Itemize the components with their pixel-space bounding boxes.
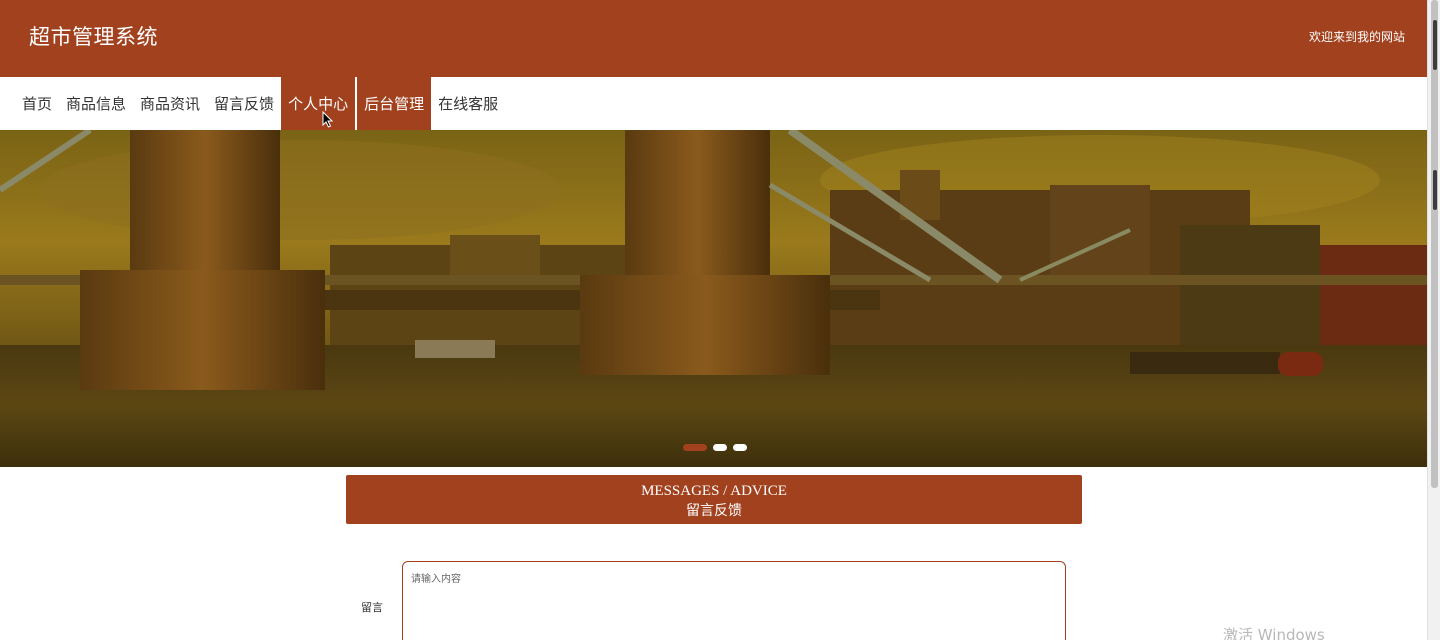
carousel-dot-3[interactable]: [733, 444, 747, 451]
windows-activation-watermark: 激活 Windows: [1223, 626, 1325, 640]
nav-feedback[interactable]: 留言反馈: [207, 77, 281, 130]
welcome-text: 欢迎来到我的网站: [1308, 30, 1405, 44]
banner-carousel[interactable]: [0, 130, 1427, 467]
messages-title-bar: MESSAGES / ADVICE 留言反馈: [346, 475, 1082, 524]
message-label: 留言: [361, 601, 383, 614]
mouse-cursor-icon: [322, 111, 334, 128]
nav-news[interactable]: 商品资讯: [133, 77, 207, 130]
vertical-scrollbar[interactable]: [1427, 0, 1440, 640]
scrollbar-marker: [1433, 20, 1437, 70]
site-title: 超市管理系统: [29, 25, 158, 49]
nav-online-service[interactable]: 在线客服: [431, 77, 505, 130]
main-nav: 首页 商品信息 商品资讯 留言反馈 个人中心 后台管理 在线客服: [0, 77, 1427, 130]
page: 超市管理系统 欢迎来到我的网站 首页 商品信息 商品资讯 留言反馈 个人中心 后…: [0, 0, 1427, 640]
nav-products[interactable]: 商品信息: [59, 77, 133, 130]
messages-title-en: MESSAGES / ADVICE: [641, 483, 787, 499]
scrollbar-thumb[interactable]: [1431, 0, 1438, 488]
scrollbar-marker: [1433, 170, 1437, 210]
site-header: 超市管理系统 欢迎来到我的网站: [0, 0, 1427, 77]
banner-image: [0, 130, 1427, 467]
messages-title-cn: 留言反馈: [686, 503, 742, 519]
carousel-dot-2[interactable]: [713, 444, 727, 451]
nav-home[interactable]: 首页: [0, 77, 59, 130]
nav-personal-center[interactable]: 个人中心: [281, 77, 356, 130]
nav-admin[interactable]: 后台管理: [357, 77, 432, 130]
message-textarea[interactable]: [402, 561, 1066, 640]
carousel-dot-1[interactable]: [683, 444, 707, 451]
carousel-dots: [683, 444, 747, 451]
